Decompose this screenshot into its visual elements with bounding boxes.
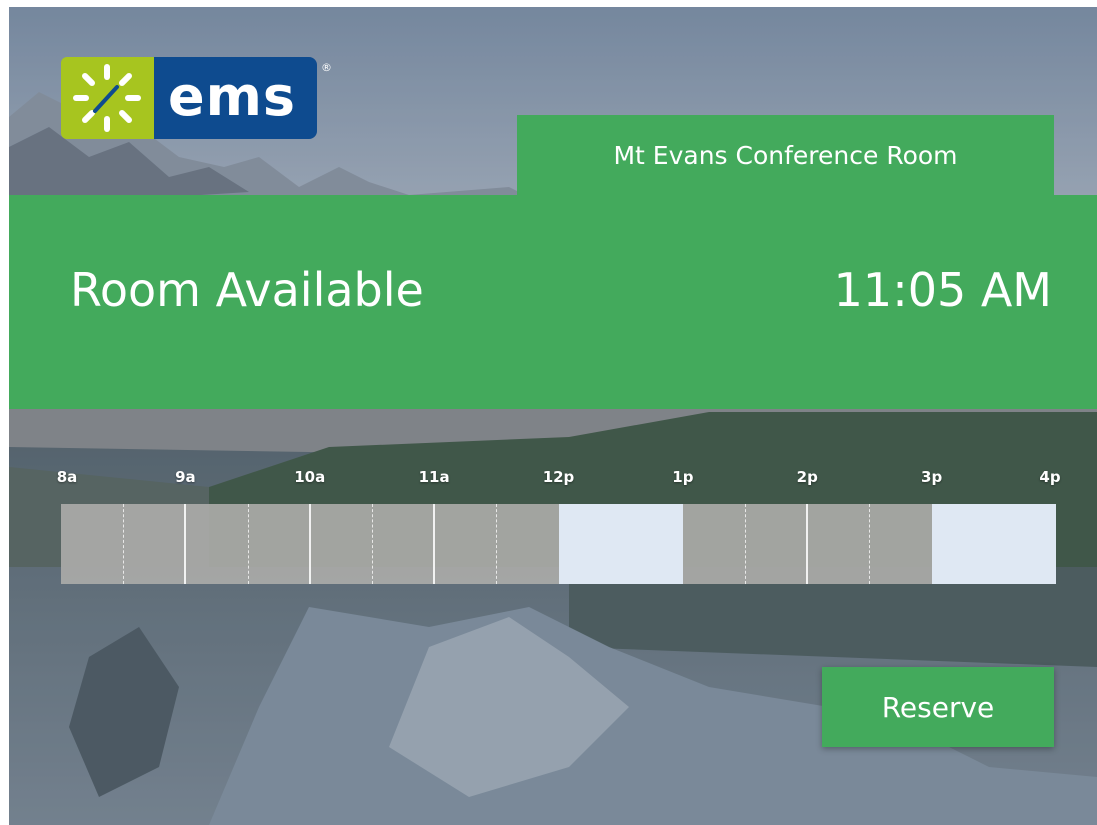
- current-time: 11:05 AM: [833, 263, 1052, 317]
- hour-label-9a: 9a: [175, 468, 196, 486]
- sun-clock-icon: [73, 64, 141, 132]
- hour-label-11a: 11a: [418, 468, 450, 486]
- hour-divider: [308, 504, 311, 584]
- timeslot-free[interactable]: [558, 504, 683, 584]
- hour-label-1p: 1p: [672, 468, 694, 486]
- half-hour-divider: [371, 504, 373, 584]
- logo-wordmark: ems: [168, 65, 297, 128]
- half-hour-divider: [247, 504, 249, 584]
- hour-label-10a: 10a: [294, 468, 326, 486]
- availability-status-band: Room Available 11:05 AM: [9, 195, 1097, 409]
- half-hour-divider: [745, 504, 747, 584]
- ems-logo: ems ®: [61, 57, 332, 139]
- hour-label-12p: 12p: [542, 468, 575, 486]
- room-name: Mt Evans Conference Room: [613, 140, 958, 170]
- hour-label-3p: 3p: [921, 468, 943, 486]
- half-hour-divider: [496, 504, 498, 584]
- hour-label-8a: 8a: [56, 468, 78, 486]
- room-display-screen: ems ® Mt Evans Conference Room Room Avai…: [9, 7, 1097, 825]
- timeslot-free[interactable]: [931, 504, 1056, 584]
- logo-wordmark-box: ems: [154, 57, 317, 139]
- half-hour-divider: [123, 504, 125, 584]
- room-name-tab: Mt Evans Conference Room: [517, 115, 1054, 195]
- hour-divider: [806, 504, 809, 584]
- hour-label-4p: 4p: [1039, 468, 1061, 486]
- hour-divider: [184, 504, 187, 584]
- hour-divider: [433, 504, 436, 584]
- logo-mark: [61, 57, 154, 139]
- hour-label-2p: 2p: [796, 468, 818, 486]
- registered-mark: ®: [321, 61, 332, 74]
- schedule-timeline: 8a 9a 10a 11a 12p 1p 2p 3p 4p: [9, 462, 1097, 592]
- reserve-button[interactable]: Reserve: [822, 667, 1054, 747]
- schedule-bar[interactable]: [61, 504, 1056, 584]
- half-hour-divider: [869, 504, 871, 584]
- availability-status: Room Available: [70, 263, 424, 317]
